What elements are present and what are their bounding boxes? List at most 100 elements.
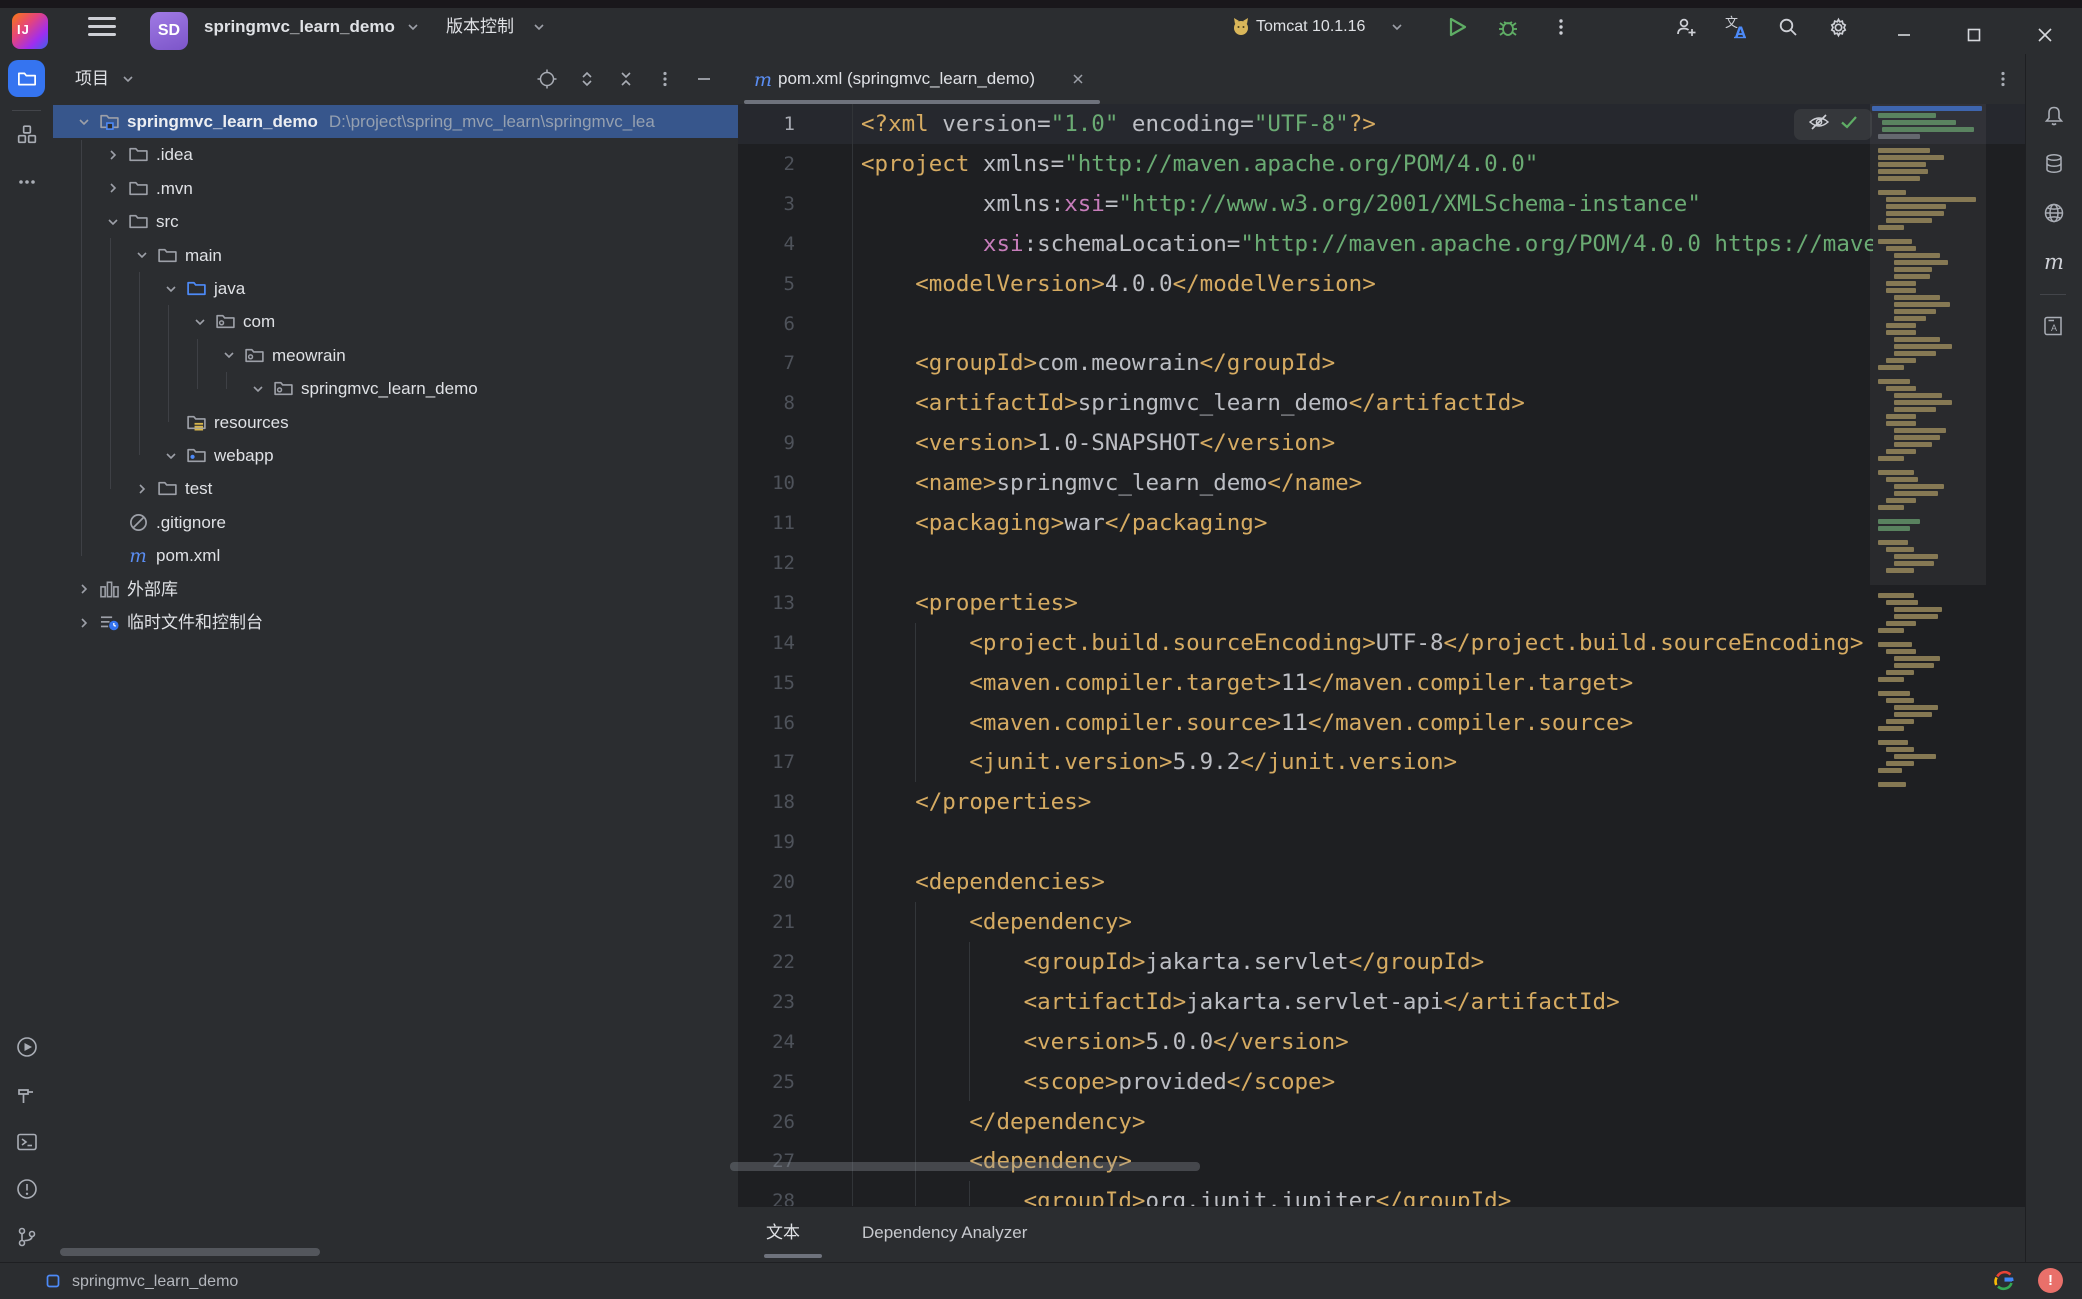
collapse-all-button[interactable] [613, 66, 639, 92]
google-icon[interactable] [1992, 1269, 2016, 1298]
debug-button[interactable] [1493, 12, 1523, 42]
chevron-right-icon[interactable] [131, 478, 152, 499]
chevron-down-icon[interactable] [131, 245, 152, 266]
tab-text-view[interactable]: 文本 [766, 1207, 800, 1259]
tree-row-webapp[interactable]: webapp [53, 439, 738, 472]
project-name-menu[interactable]: springmvc_learn_demo [204, 8, 395, 46]
tree-row-pom.xml[interactable]: mpom.xml [53, 539, 738, 572]
tree-row-src[interactable]: src [53, 205, 738, 238]
problems-tool-window-button[interactable] [13, 1175, 40, 1202]
folder-icon [157, 245, 178, 266]
highlighting-off-eye-icon[interactable] [1808, 112, 1830, 137]
close-tab-icon[interactable] [1070, 71, 1086, 92]
main-menu-button[interactable] [88, 15, 116, 37]
minimize-button[interactable] [1887, 18, 1921, 52]
chevron-down-icon[interactable] [247, 378, 268, 399]
line-number: 10 [700, 463, 795, 503]
fatal-error-badge[interactable]: ! [2038, 1268, 2063, 1293]
no-problems-check-icon [1840, 114, 1858, 135]
chevron-down-icon[interactable] [218, 345, 239, 366]
panel-options-button[interactable] [652, 66, 678, 92]
source-folder-icon [186, 278, 207, 299]
minimap-bar [1894, 754, 1936, 759]
endpoints-globe-icon[interactable] [2040, 199, 2067, 226]
search-everywhere-button[interactable] [1773, 12, 1803, 42]
structure-tool-window-button[interactable] [13, 120, 40, 147]
translate-icon[interactable]: 文A [1722, 12, 1752, 42]
close-button[interactable] [2028, 18, 2062, 52]
run-button[interactable] [1442, 12, 1472, 42]
tree-row-springmvc_learn_demo[interactable]: springmvc_learn_demoD:\project\spring_mv… [53, 105, 738, 138]
chevron-right-icon[interactable] [73, 612, 94, 633]
tree-row-.gitignore[interactable]: .gitignore [53, 506, 738, 539]
tree-indent-guide [81, 140, 82, 556]
terminal-tool-window-button[interactable] [13, 1128, 40, 1155]
project-tool-window-button[interactable] [8, 60, 45, 97]
tree-row-外部库[interactable]: 外部库 [53, 573, 738, 606]
minimap-bar [1894, 302, 1950, 307]
tree-row-.idea[interactable]: .idea [53, 138, 738, 171]
chevron-down-icon[interactable] [160, 445, 181, 466]
code-line-10: <name>springmvc_learn_demo</name> [861, 463, 1362, 503]
run-tool-window-button[interactable] [13, 1033, 40, 1060]
code-with-me-button[interactable] [1671, 12, 1701, 42]
tree-row-test[interactable]: test [53, 472, 738, 505]
tree-label: 外部库 [127, 573, 178, 606]
more-actions-button[interactable] [1546, 12, 1576, 42]
settings-gear-icon[interactable] [1823, 12, 1853, 42]
chevron-down-icon[interactable] [189, 311, 210, 332]
tree-row-临时文件和控制台[interactable]: 临时文件和控制台 [53, 606, 738, 639]
locate-file-button[interactable] [534, 66, 560, 92]
git-tool-window-button[interactable] [13, 1223, 40, 1250]
build-tool-window-button[interactable] [13, 1081, 40, 1108]
minimap-bar [1894, 407, 1936, 412]
tree-label: src [156, 205, 179, 238]
hide-panel-button[interactable] [691, 66, 717, 92]
tree-row-.mvn[interactable]: .mvn [53, 172, 738, 205]
tree-indent-guide [197, 339, 198, 389]
editor-hscrollbar[interactable] [730, 1162, 1200, 1171]
minimap-bar [1894, 607, 1942, 612]
chevron-right-icon[interactable] [102, 178, 123, 199]
tree-row-com[interactable]: com [53, 305, 738, 338]
documentation-book-icon[interactable]: A [2040, 312, 2067, 339]
chevron-down-icon[interactable] [115, 66, 141, 92]
editor-minimap[interactable] [1870, 104, 1986, 585]
tab-dependency-analyzer[interactable]: Dependency Analyzer [862, 1207, 1027, 1259]
chevron-down-icon[interactable] [102, 211, 123, 232]
minimap-bar [1886, 568, 1914, 573]
status-project-name[interactable]: springmvc_learn_demo [72, 1263, 238, 1299]
minimap-bar [1894, 260, 1948, 265]
tab-options-kebab-icon[interactable] [1990, 66, 2016, 92]
chevron-down-icon[interactable] [160, 278, 181, 299]
vcs-menu[interactable]: 版本控制 [446, 8, 514, 46]
minimap-bar [1878, 113, 1936, 118]
notifications-bell-icon[interactable] [2040, 102, 2067, 129]
inspection-widget[interactable] [1794, 109, 1872, 140]
minimap-bar [1894, 614, 1938, 619]
tree-row-meowrain[interactable]: meowrain [53, 339, 738, 372]
run-configuration-select[interactable]: Tomcat 10.1.16 [1256, 8, 1365, 46]
maven-tool-window-button[interactable]: m [2040, 248, 2067, 275]
editor-tab-pom[interactable]: m pom.xml (springmvc_learn_demo) [744, 54, 1100, 104]
tree-row-springmvc_learn_demo[interactable]: springmvc_learn_demo [53, 372, 738, 405]
tree-row-resources[interactable]: resources [53, 406, 738, 439]
database-tool-window-button[interactable] [2040, 150, 2067, 177]
tree-row-java[interactable]: java [53, 272, 738, 305]
tree-row-main[interactable]: main [53, 239, 738, 272]
project-avatar[interactable]: SD [150, 12, 188, 50]
project-panel-title[interactable]: 项目 [75, 54, 109, 104]
minimap-bar [1886, 449, 1916, 454]
project-panel-hscrollbar[interactable] [60, 1248, 320, 1256]
expand-all-button[interactable] [574, 66, 600, 92]
maximize-button[interactable] [1957, 18, 1991, 52]
chevron-right-icon[interactable] [73, 579, 94, 600]
chevron-right-icon[interactable] [102, 144, 123, 165]
minimap-bar [1878, 628, 1904, 633]
webapp-folder-icon [186, 445, 207, 466]
minimap-bar [1886, 386, 1916, 391]
tree-indent-guide [110, 238, 111, 489]
more-tool-windows-button[interactable] [13, 168, 40, 195]
code-area[interactable]: <?xml version="1.0" encoding="UTF-8"?><p… [861, 104, 1873, 1206]
chevron-down-icon[interactable] [73, 111, 94, 132]
